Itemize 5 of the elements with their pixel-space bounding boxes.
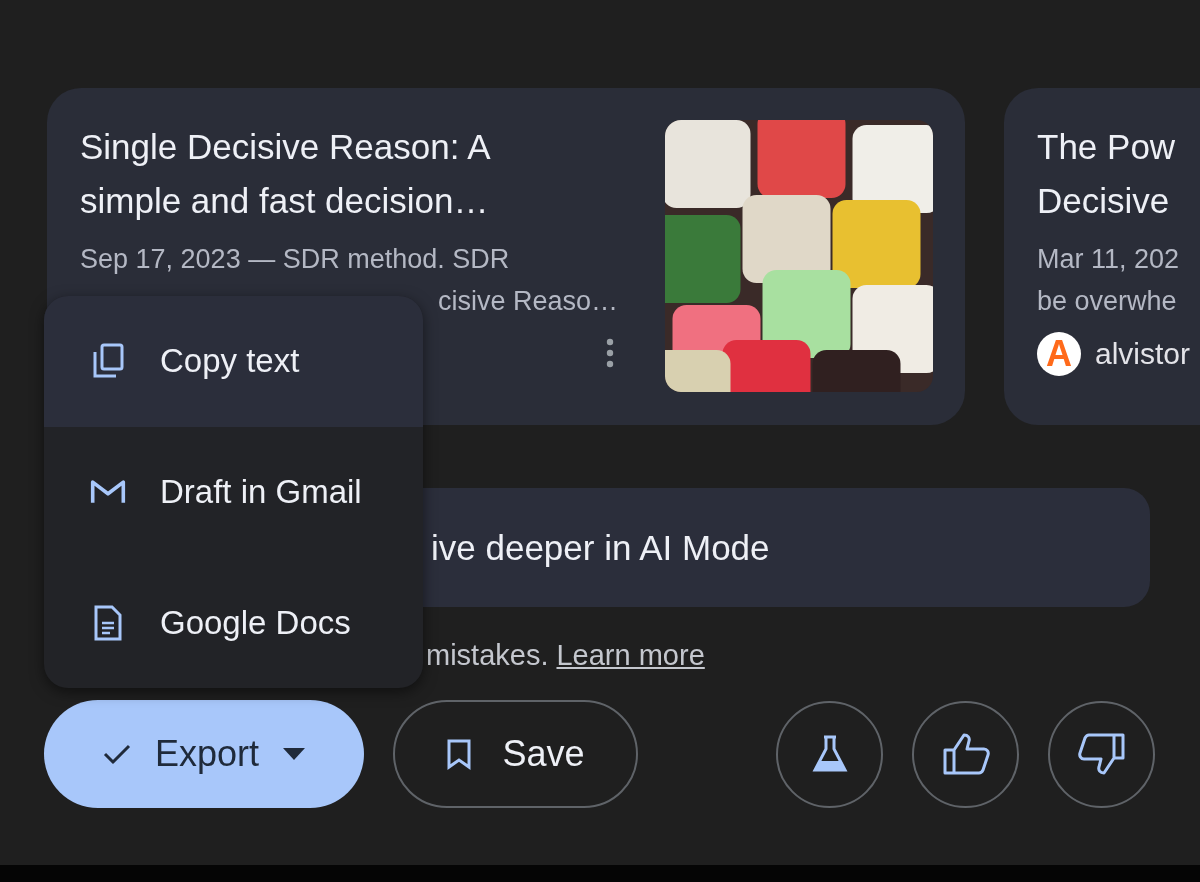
disclaimer-text: mistakes. — [426, 639, 549, 672]
result-snippet: cisive Reaso… — [437, 285, 618, 318]
source-avatar: A — [1037, 332, 1081, 376]
result-snippet: Sep 17, 2023 — SDR method. SDR — [80, 243, 511, 276]
result-snippet: Mar 11, 202 be overwhe — [1037, 243, 1181, 318]
